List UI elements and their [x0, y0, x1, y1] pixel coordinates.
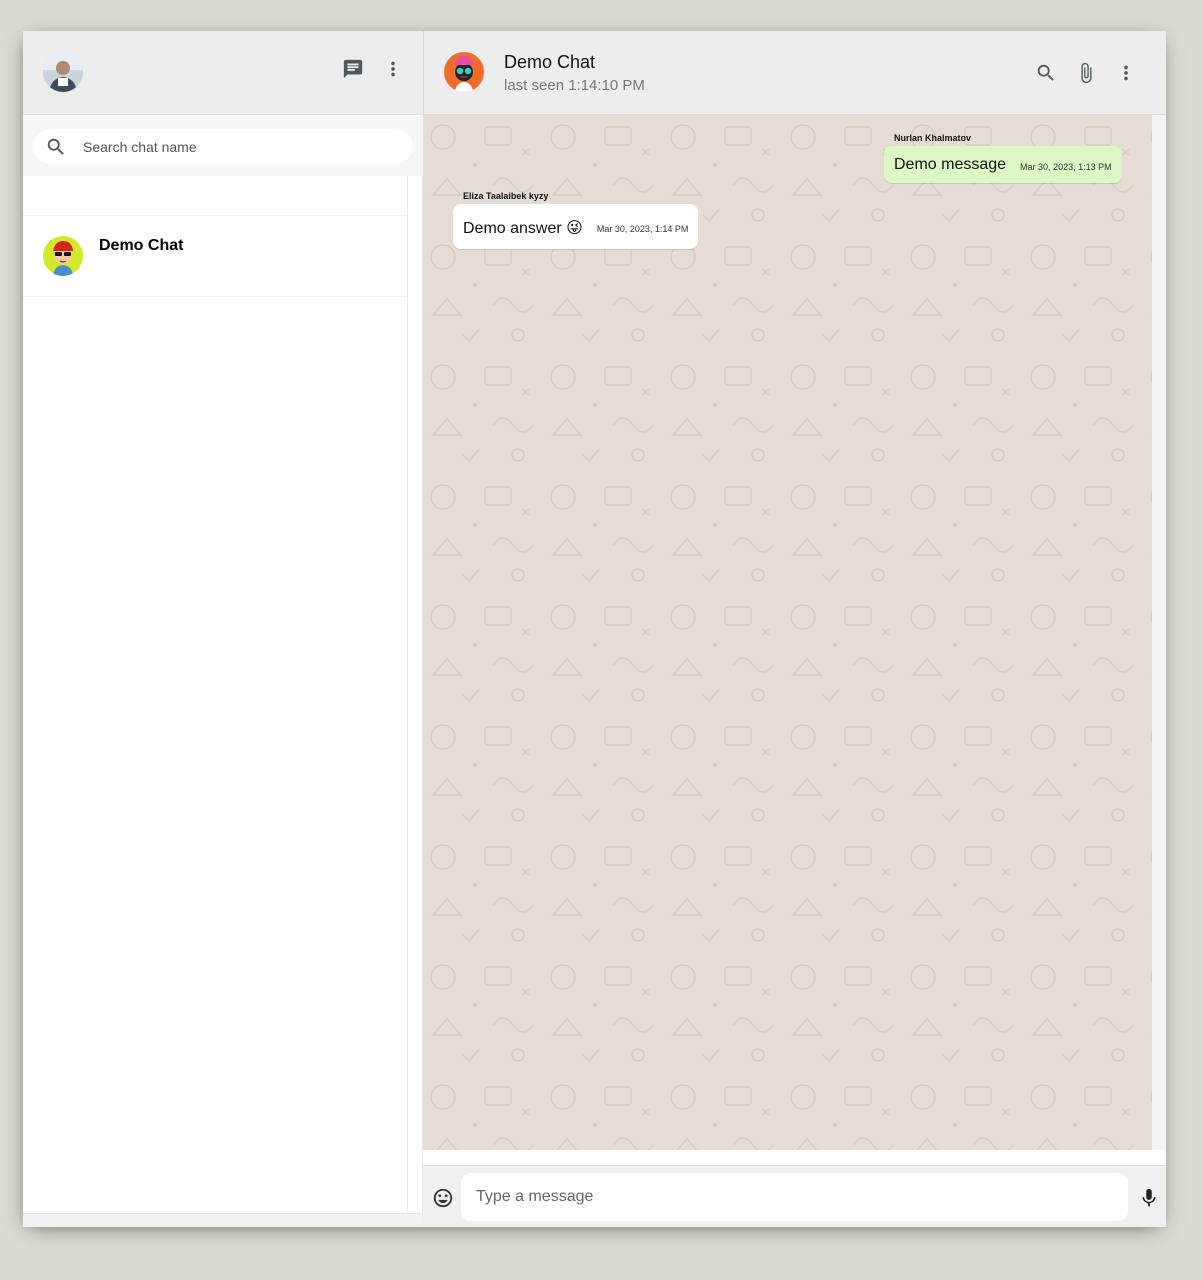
- message-scrollbar[interactable]: [1152, 115, 1166, 1150]
- chat-avatar: [43, 236, 83, 276]
- chat-header-avatar[interactable]: [444, 52, 484, 92]
- message-timestamp: Mar 30, 2023, 1:13 PM: [1020, 162, 1112, 172]
- chat-list-spacer: [23, 176, 407, 216]
- search-container: [33, 129, 413, 164]
- search-input[interactable]: [83, 138, 383, 155]
- chat-title: Demo Chat: [504, 52, 596, 72]
- sidebar-footer: [23, 1213, 423, 1227]
- message-area[interactable]: Nurlan Khalmatov Demo message Mar 30, 20…: [423, 115, 1152, 1150]
- chat-icon[interactable]: [341, 57, 365, 81]
- more-vert-icon[interactable]: [381, 57, 405, 81]
- message-bubble-incoming[interactable]: Demo answer 😜 Mar 30, 2023, 1:14 PM: [453, 204, 699, 249]
- chat-app: Demo Chat Demo Chat last seen 1:14:10 PM: [23, 31, 1166, 1227]
- chat-panel: Demo Chat last seen 1:14:10 PM Nurlan Kh…: [423, 31, 1166, 1227]
- search-bar: [23, 116, 423, 176]
- message-text: Demo answer 😜: [463, 220, 583, 237]
- message-sender: Eliza Taalaibek kyzy: [463, 191, 549, 201]
- more-vert-icon[interactable]: [1114, 61, 1138, 85]
- search-icon: [45, 136, 67, 158]
- message-timestamp: Mar 30, 2023, 1:14 PM: [596, 224, 689, 234]
- sidebar: Demo Chat: [23, 31, 423, 1227]
- chat-list: Demo Chat: [23, 176, 408, 1213]
- last-seen-status: last seen 1:14:10 PM: [504, 77, 645, 94]
- message-composer: [423, 1165, 1166, 1227]
- chat-header: Demo Chat last seen 1:14:10 PM: [423, 31, 1166, 115]
- wallpaper-pattern: [423, 115, 1152, 1150]
- message-bubble-outgoing[interactable]: Demo message Mar 30, 2023, 1:13 PM: [884, 146, 1122, 183]
- attach-icon[interactable]: [1074, 61, 1098, 85]
- sidebar-header: [23, 31, 423, 115]
- message-input[interactable]: [461, 1173, 1128, 1221]
- mic-icon[interactable]: [1137, 1186, 1161, 1210]
- message-text: Demo message: [894, 156, 1007, 173]
- chat-name: Demo Chat: [99, 237, 184, 254]
- search-icon[interactable]: [1034, 61, 1058, 85]
- chat-list-item[interactable]: Demo Chat: [23, 216, 407, 297]
- emoji-icon[interactable]: [431, 1186, 455, 1210]
- message-sender: Nurlan Khalmatov: [894, 133, 972, 143]
- user-avatar[interactable]: [43, 52, 83, 92]
